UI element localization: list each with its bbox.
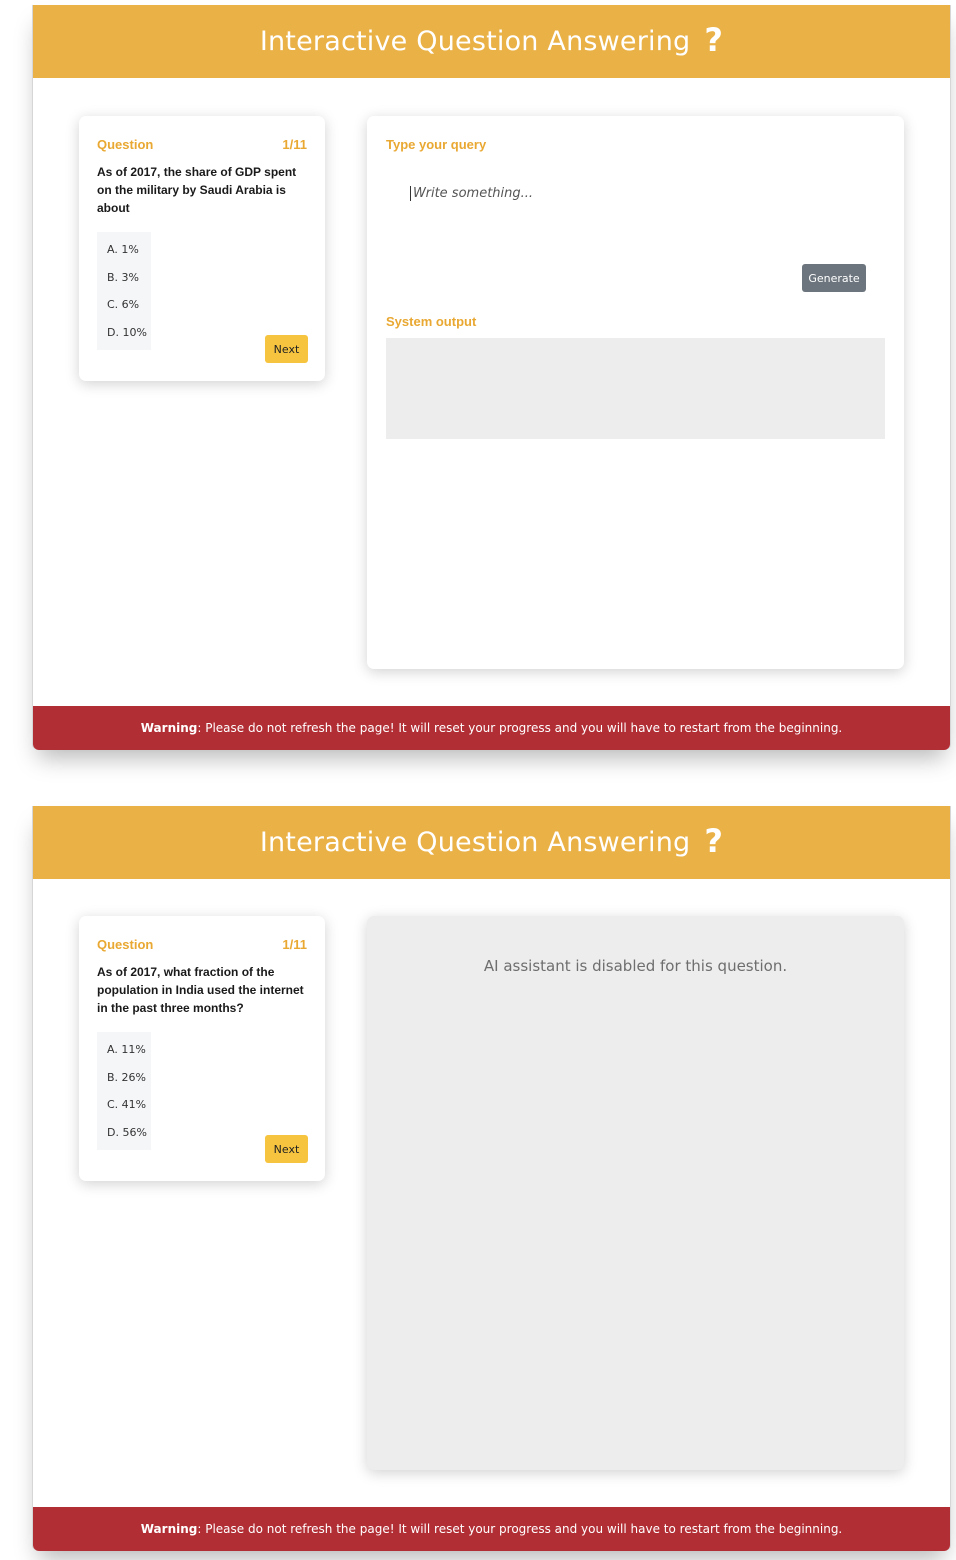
- question-card: Question 1/11 As of 2017, the share of G…: [79, 116, 325, 381]
- question-header: Question 1/11: [97, 137, 307, 152]
- answer-option-a[interactable]: A. 11%: [97, 1036, 151, 1064]
- answer-options: A. 1% B. 3% C. 6% D. 10%: [97, 232, 151, 350]
- question-mark-icon: ?: [704, 821, 724, 860]
- answer-option-a[interactable]: A. 1%: [97, 236, 151, 264]
- query-panel: Type your query Write something... Gener…: [367, 116, 904, 669]
- answer-option-c[interactable]: C. 41%: [97, 1091, 151, 1119]
- question-text: As of 2017, the share of GDP spent on th…: [97, 165, 297, 215]
- question-label: Question: [97, 137, 154, 152]
- answer-option-c[interactable]: C. 6%: [97, 291, 151, 319]
- answer-options: A. 11% B. 26% C. 41% D. 56%: [97, 1032, 151, 1150]
- warning-banner: Warning: Please do not refresh the page!…: [33, 706, 950, 750]
- next-button[interactable]: Next: [265, 335, 308, 363]
- question-label: Question: [97, 937, 154, 952]
- system-output-box: [386, 338, 885, 439]
- warning-text: : Please do not refresh the page! It wil…: [197, 721, 843, 735]
- warning-label: Warning: [140, 721, 198, 735]
- query-label: Type your query: [386, 137, 487, 152]
- question-header: Question 1/11: [97, 937, 307, 952]
- question-counter: 1/11: [282, 137, 307, 152]
- query-input[interactable]: Write something...: [410, 186, 813, 201]
- question-text: As of 2017, what fraction of the populat…: [97, 965, 304, 1015]
- answer-option-b[interactable]: B. 26%: [97, 1064, 151, 1092]
- question-card: Question 1/11 As of 2017, what fraction …: [79, 916, 325, 1181]
- app-title: Interactive Question Answering: [259, 26, 691, 57]
- assistant-disabled-panel: AI assistant is disabled for this questi…: [367, 916, 904, 1470]
- system-output-label: System output: [386, 314, 477, 329]
- question-counter: 1/11: [282, 937, 307, 952]
- warning-banner: Warning: Please do not refresh the page!…: [33, 1507, 950, 1551]
- answer-option-d[interactable]: D. 56%: [97, 1119, 151, 1147]
- app-header: Interactive Question Answering ?: [33, 806, 950, 879]
- app-window-2: Interactive Question Answering ? Questio…: [32, 806, 951, 1551]
- app-title: Interactive Question Answering: [259, 827, 691, 858]
- answer-option-b[interactable]: B. 3%: [97, 264, 151, 292]
- app-window-1: Interactive Question Answering ? Questio…: [32, 5, 951, 750]
- question-mark-icon: ?: [704, 20, 724, 59]
- generate-button[interactable]: Generate: [802, 264, 866, 292]
- warning-label: Warning: [140, 1522, 198, 1536]
- answer-option-d[interactable]: D. 10%: [97, 319, 151, 347]
- next-button[interactable]: Next: [265, 1135, 308, 1163]
- app-header: Interactive Question Answering ?: [33, 5, 950, 78]
- warning-text: : Please do not refresh the page! It wil…: [197, 1522, 843, 1536]
- assistant-disabled-message: AI assistant is disabled for this questi…: [483, 957, 788, 975]
